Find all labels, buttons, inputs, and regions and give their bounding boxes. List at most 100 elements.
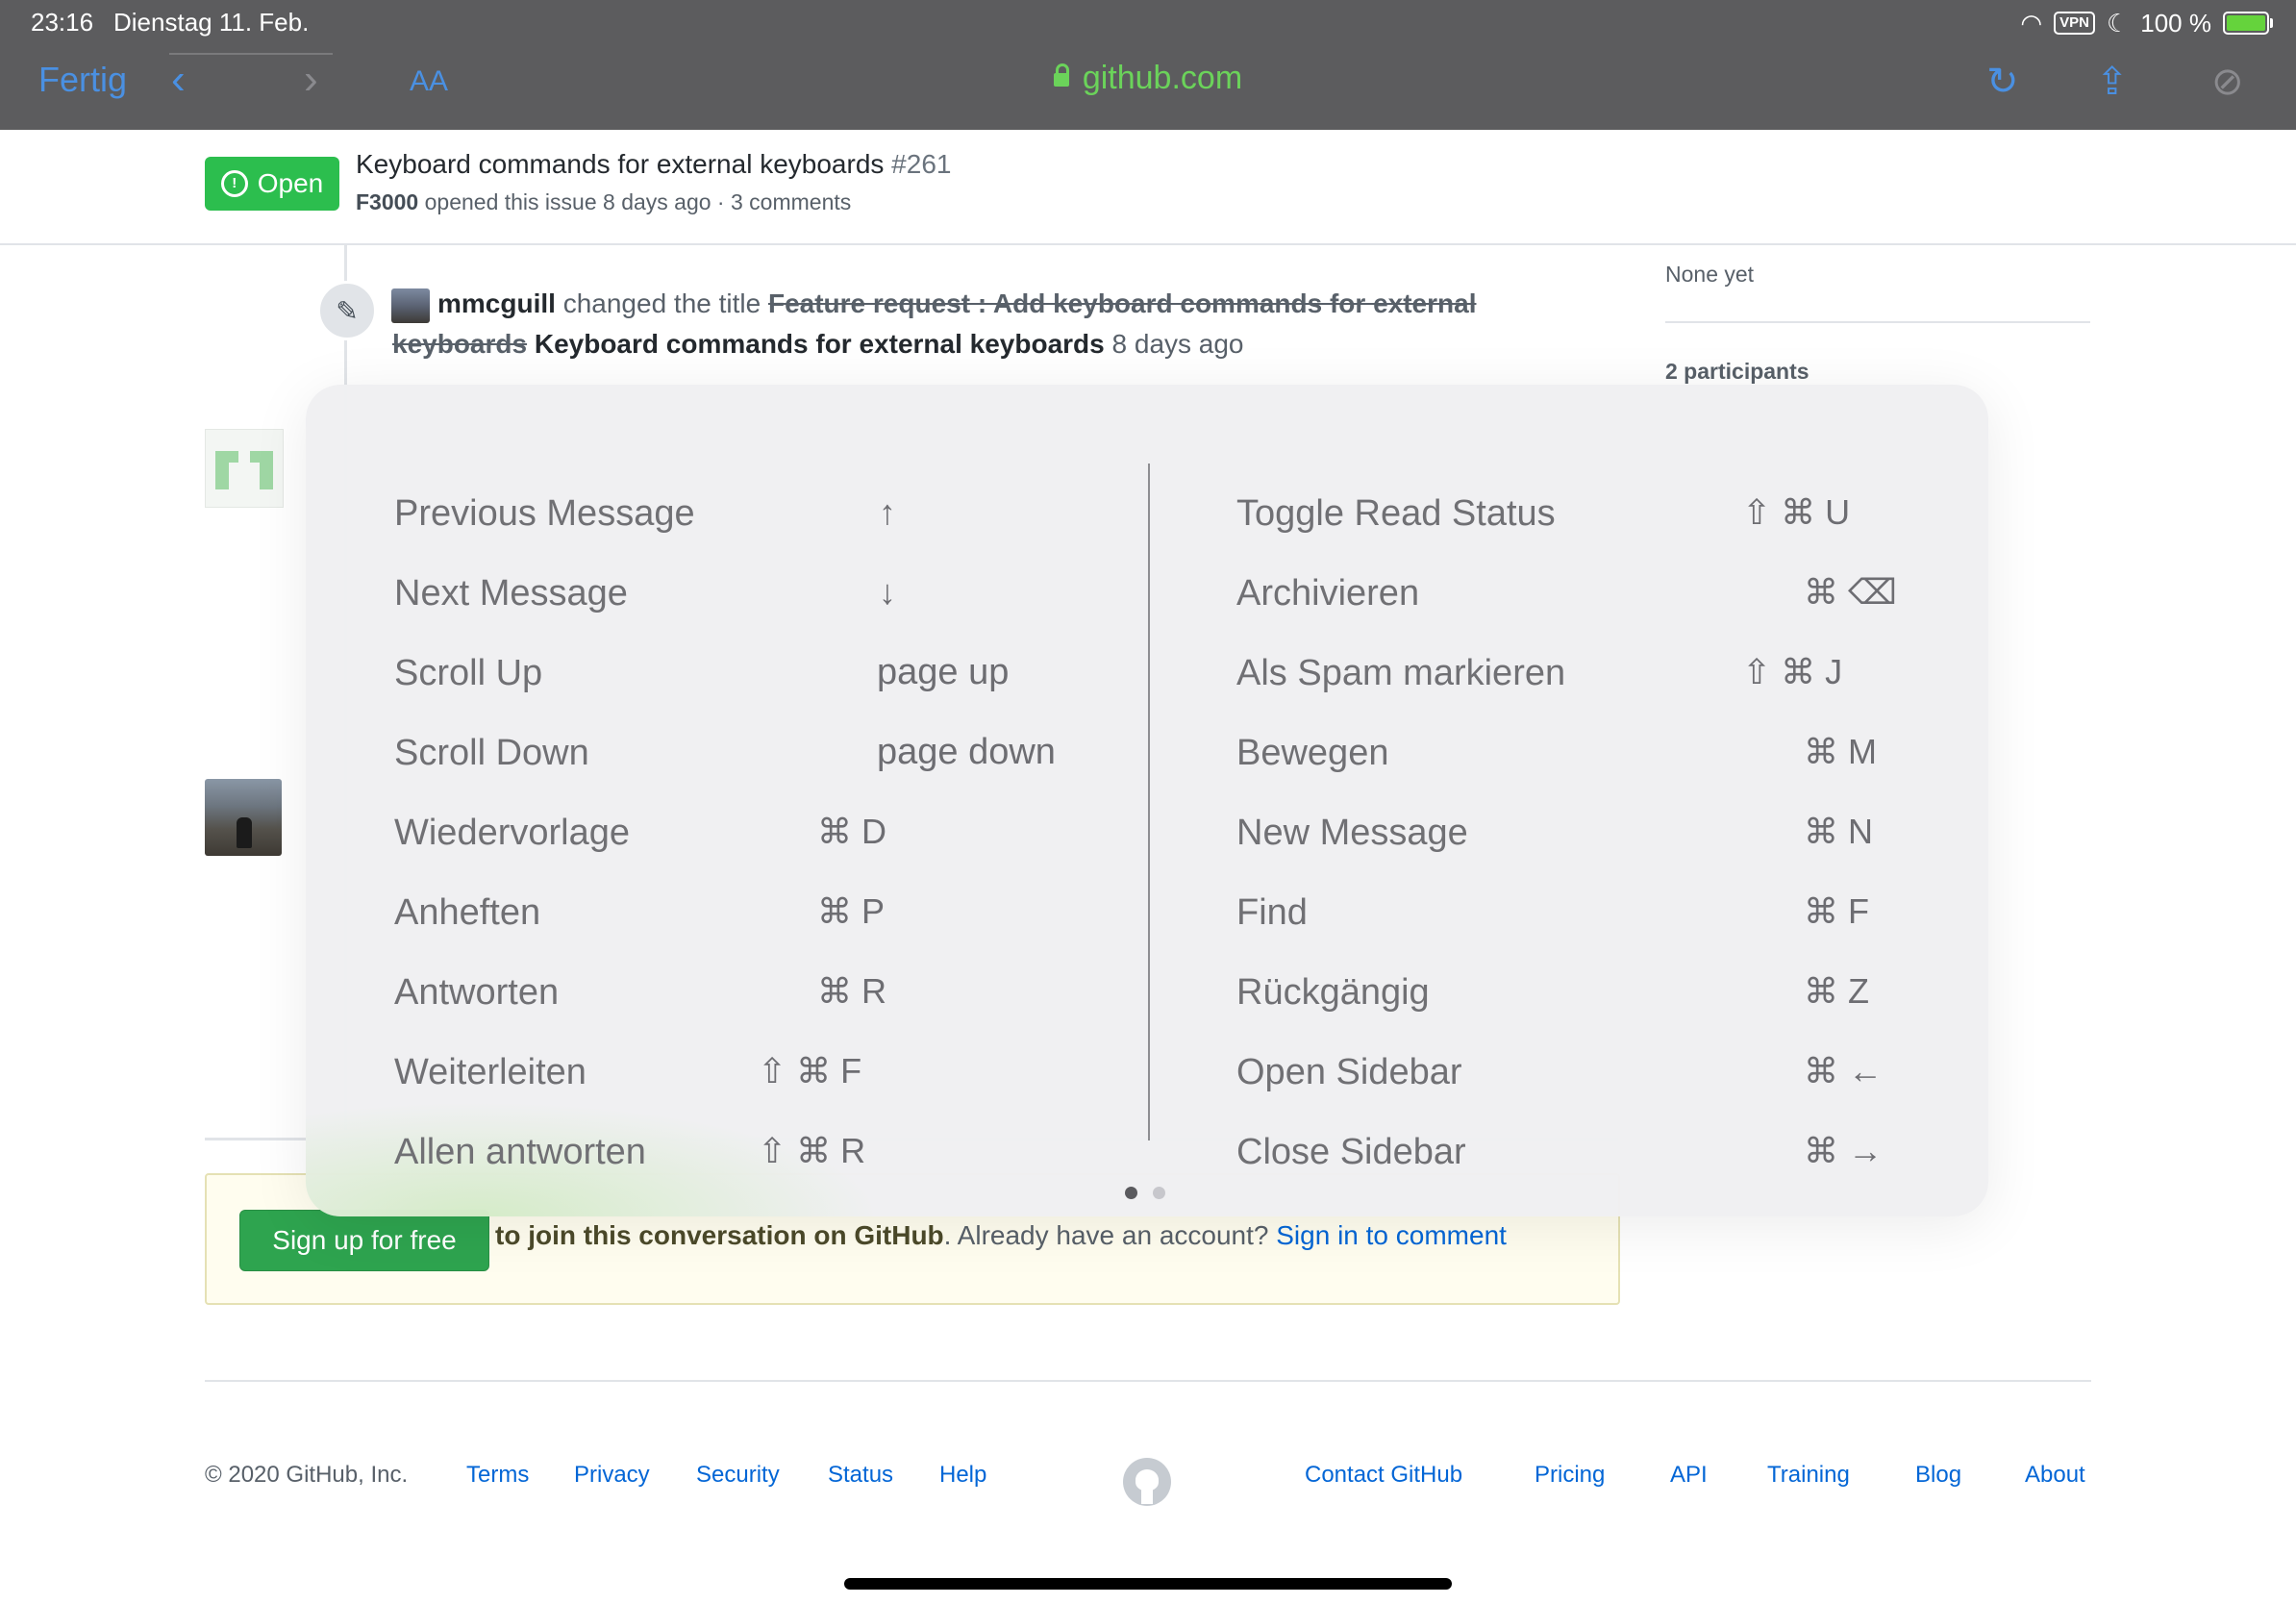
issue-open-icon: !: [220, 170, 248, 197]
column-divider: [1148, 464, 1150, 1140]
shortcut-archivieren: Archivieren ⌘ ⌫: [1236, 564, 1929, 622]
shortcut-keys: ⌘ Z: [1804, 971, 1869, 1011]
status-badge: ! Open: [205, 157, 339, 211]
shortcut-toggle-read-status: Toggle Read Status ⇧ ⌘ U: [1236, 485, 1929, 542]
shortcut-keys: ↑: [879, 492, 896, 532]
new-title: Keyboard commands for external keyboards: [534, 329, 1105, 359]
url-text: github.com: [1082, 60, 1243, 96]
shortcut-keys: page down: [877, 732, 1056, 772]
footer-link-terms[interactable]: Terms: [466, 1462, 529, 1489]
shortcut-weiterleiten: Weiterleiten ⇧ ⌘ F: [394, 1043, 1086, 1101]
avatar[interactable]: [205, 429, 284, 508]
shortcut-label: New Message: [1236, 812, 1468, 853]
shortcut-keys: ⇧ ⌘ F: [758, 1051, 862, 1090]
status-label: Open: [257, 168, 324, 198]
footer-link-blog[interactable]: Blog: [1915, 1462, 1961, 1489]
moon-icon: ☾: [2106, 8, 2130, 38]
shortcut-label: Toggle Read Status: [1236, 492, 1556, 534]
footer-link-pricing[interactable]: Pricing: [1535, 1462, 1605, 1489]
shortcut-label: Wiedervorlage: [394, 812, 630, 853]
sign-in-link[interactable]: Sign in to comment: [1276, 1220, 1507, 1250]
shortcut-previous-message: Previous Message ↑: [394, 485, 1086, 542]
issue-number: #261: [891, 149, 952, 179]
shortcut-keys: ⌘ M: [1804, 732, 1877, 771]
shortcut-label: Archivieren: [1236, 572, 1420, 614]
shortcut-label: Weiterleiten: [394, 1051, 586, 1092]
shortcut-keys: ↓: [879, 572, 896, 612]
shortcut-keys: ⇧ ⌘ J: [1742, 652, 1843, 691]
signup-strong-text: to join this conversation on GitHub: [495, 1220, 944, 1250]
signup-button[interactable]: Sign up for free: [239, 1210, 489, 1271]
shortcut-keys: page up: [877, 652, 1010, 692]
actor-link[interactable]: mmcguill: [437, 288, 556, 318]
shortcut-label: Previous Message: [394, 492, 695, 534]
shortcut-label: Open Sidebar: [1236, 1051, 1462, 1092]
shortcut-label: Scroll Up: [394, 652, 543, 693]
compass-icon[interactable]: ⊘: [2211, 60, 2244, 104]
shortcut-scroll-up: Scroll Up page up: [394, 644, 1086, 702]
shortcut-label: Find: [1236, 891, 1308, 933]
footer-divider: [205, 1380, 2091, 1382]
shortcut-open-sidebar: Open Sidebar ⌘ ←: [1236, 1043, 1929, 1101]
shortcut-scroll-down: Scroll Down page down: [394, 724, 1086, 782]
footer-link-help[interactable]: Help: [939, 1462, 986, 1489]
shortcut-keys: ⌘ ⌫: [1804, 572, 1897, 612]
lock-icon: [1053, 63, 1069, 87]
footer-link-privacy[interactable]: Privacy: [574, 1462, 650, 1489]
shortcut-close-sidebar: Close Sidebar ⌘ →: [1236, 1123, 1929, 1181]
footer-link-status[interactable]: Status: [828, 1462, 893, 1489]
shortcut-label: Close Sidebar: [1236, 1131, 1466, 1172]
shortcut-anheften: Anheften ⌘ P: [394, 884, 1086, 941]
old-title-part1: Feature request : Add keyboard commands …: [767, 288, 1477, 318]
shortcut-keys: ⇧ ⌘ R: [758, 1131, 866, 1170]
shortcut-als-spam-markieren: Als Spam markieren ⇧ ⌘ J: [1236, 644, 1929, 702]
shortcut-label: Als Spam markieren: [1236, 652, 1566, 693]
event-time[interactable]: 8 days ago: [1112, 329, 1244, 359]
shortcut-keys: ⌘ F: [1804, 891, 1869, 931]
keyboard-shortcuts-overlay: Previous Message ↑ Next Message ↓ Scroll…: [306, 385, 1988, 1216]
rename-event: mmcguill changed the title Feature reque…: [437, 288, 1476, 319]
footer-link-api[interactable]: API: [1670, 1462, 1708, 1489]
page-dot[interactable]: [1153, 1187, 1165, 1199]
reload-icon[interactable]: ↻: [1986, 60, 2019, 104]
participants-heading: 2 participants: [1665, 359, 1809, 384]
status-time: 23:16: [31, 8, 94, 37]
pencil-icon: ✎: [317, 281, 377, 340]
issue-author-link[interactable]: F3000: [356, 189, 418, 214]
old-title-part2: keyboards: [392, 329, 528, 359]
github-logo-icon[interactable]: [1123, 1458, 1171, 1506]
footer-link-about[interactable]: About: [2025, 1462, 2085, 1489]
shortcut-bewegen: Bewegen ⌘ M: [1236, 724, 1929, 782]
issue-title-text: Keyboard commands for external keyboards: [356, 149, 885, 179]
sidebar-divider: [1665, 321, 2090, 323]
shortcut-label: Antworten: [394, 971, 560, 1013]
shortcut-label: Rückgängig: [1236, 971, 1430, 1013]
page-dot[interactable]: [1125, 1187, 1137, 1199]
status-indicators: ◠ VPN ☾ 100 %: [2020, 8, 2273, 38]
home-indicator: [844, 1578, 1452, 1590]
page-indicator[interactable]: [1125, 1187, 1165, 1199]
vpn-badge: VPN: [2054, 12, 2095, 35]
battery-icon: [2223, 12, 2273, 35]
signup-text: to join this conversation on GitHub. Alr…: [495, 1220, 1507, 1251]
footer-link-training[interactable]: Training: [1767, 1462, 1850, 1489]
issue-title: Keyboard commands for external keyboards…: [356, 149, 951, 180]
shortcut-keys: ⌘ R: [817, 971, 886, 1011]
shortcut-keys: ⇧ ⌘ U: [1742, 492, 1851, 532]
avatar[interactable]: [391, 288, 430, 323]
shortcut-label: Scroll Down: [394, 732, 589, 773]
avatar[interactable]: [205, 779, 282, 856]
signup-rest-text: . Already have an account?: [943, 1220, 1269, 1250]
issue-header: ! Open Keyboard commands for external ke…: [0, 130, 2296, 245]
battery-percent: 100 %: [2140, 8, 2211, 38]
address-bar[interactable]: github.com: [0, 60, 2296, 97]
shortcut-new-message: New Message ⌘ N: [1236, 804, 1929, 862]
issue-meta-text: opened this issue 8 days ago · 3 comment…: [424, 189, 852, 214]
rename-event-continued: keyboards Keyboard commands for external…: [392, 329, 1244, 360]
browser-toolbar: 23:16 Dienstag 11. Feb. ◠ VPN ☾ 100 % Fe…: [0, 0, 2296, 130]
shortcut-wiedervorlage: Wiedervorlage ⌘ D: [394, 804, 1086, 862]
footer-link-security[interactable]: Security: [696, 1462, 780, 1489]
share-icon[interactable]: ⇪: [2096, 60, 2129, 104]
footer-link-contact[interactable]: Contact GitHub: [1305, 1462, 1462, 1489]
shortcut-label: Bewegen: [1236, 732, 1389, 773]
